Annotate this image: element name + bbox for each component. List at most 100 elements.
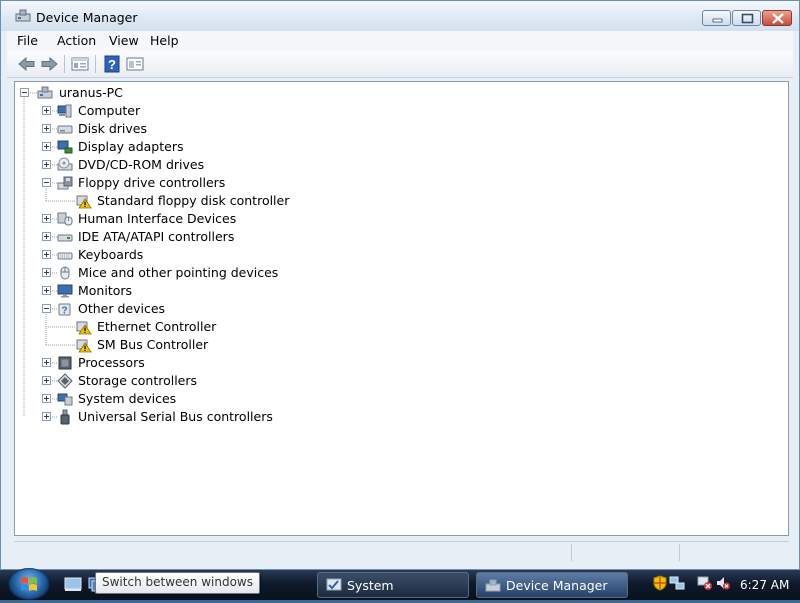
tree-item-label: System devices: [78, 391, 177, 406]
tree-item-label: Disk drives: [78, 121, 147, 136]
toolbar: ?: [7, 51, 793, 78]
network-icon[interactable]: [669, 575, 685, 591]
tree-category[interactable]: Human Interface Devices: [15, 210, 775, 228]
warning-device-icon: [76, 339, 92, 353]
tree-item-label: Display adapters: [78, 139, 184, 154]
close-button[interactable]: [762, 10, 792, 26]
hid-icon: [57, 212, 73, 226]
device-tree[interactable]: uranus-PC Computer Disk drives Display adap…: [14, 81, 789, 536]
tree-item-label: Universal Serial Bus controllers: [78, 409, 273, 424]
view-icon[interactable]: [125, 54, 145, 74]
tree-item-label: Human Interface Devices: [78, 211, 237, 226]
menu-bar: File Action View Help: [7, 31, 793, 52]
tree-item-label: Mice and other pointing devices: [78, 265, 279, 280]
menu-help[interactable]: Help: [148, 33, 181, 48]
tree-category[interactable]: Disk drives: [15, 120, 775, 138]
tree-item-label: uranus-PC: [59, 85, 123, 100]
device-manager-window: Device Manager File Action View Help ? u…: [0, 0, 800, 570]
warning-device-icon: [76, 195, 92, 209]
tree-root-node[interactable]: uranus-PC: [15, 84, 775, 102]
svg-text:?: ?: [61, 306, 67, 317]
tree-item-label: IDE ATA/ATAPI controllers: [78, 229, 235, 244]
tree-item-label: SM Bus Controller: [97, 337, 209, 352]
minimize-button[interactable]: [702, 10, 731, 26]
root-computer-icon: [37, 86, 53, 99]
tree-category[interactable]: Computer: [15, 102, 775, 120]
menu-view[interactable]: View: [107, 33, 141, 48]
back-icon[interactable]: [17, 54, 37, 74]
minimize-icon: [712, 18, 723, 23]
taskbar-button-system[interactable]: System: [317, 572, 469, 598]
tree-category[interactable]: Floppy drive controllers: [15, 174, 775, 192]
close-icon: [772, 13, 784, 24]
tree-device[interactable]: SM Bus Controller: [15, 336, 775, 354]
tree-category[interactable]: Display adapters: [15, 138, 775, 156]
ide-controller-icon: [57, 234, 73, 242]
display-adapter-icon: [57, 140, 73, 154]
tree-category[interactable]: System devices: [15, 390, 775, 408]
status-bar: [14, 541, 789, 564]
status-divider: [571, 544, 572, 561]
tree-device[interactable]: Ethernet Controller: [15, 318, 775, 336]
tree-item-label: Storage controllers: [78, 373, 198, 388]
device-manager-icon: [15, 9, 31, 22]
tree-category[interactable]: Keyboards: [15, 246, 775, 264]
tree-device[interactable]: Standard floppy disk controller: [15, 192, 775, 210]
tree-category[interactable]: Mice and other pointing devices: [15, 264, 775, 282]
tree-category[interactable]: Storage controllers: [15, 372, 775, 390]
tree-item-label: Ethernet Controller: [97, 319, 217, 334]
taskbar-label: Device Manager: [506, 578, 608, 593]
window-title: Device Manager: [36, 10, 138, 25]
taskbar-button-device-manager[interactable]: Device Manager: [476, 572, 628, 598]
floppy-controller-icon: [57, 176, 73, 190]
tree-category[interactable]: ? Other devices: [15, 300, 775, 318]
tree-item-label: Processors: [78, 355, 145, 370]
start-button[interactable]: [8, 568, 50, 600]
help-icon[interactable]: ?: [102, 54, 122, 74]
tree-category[interactable]: Universal Serial Bus controllers: [15, 408, 775, 426]
maximize-button[interactable]: [732, 10, 761, 26]
dvd-drive-icon: [57, 157, 73, 171]
tree-category[interactable]: IDE ATA/ATAPI controllers: [15, 228, 775, 246]
svg-text:?: ?: [108, 57, 116, 72]
unknown-device-icon: ?: [58, 303, 71, 317]
tree-item-label: DVD/CD-ROM drives: [78, 157, 205, 172]
device-manager-icon: [485, 579, 501, 592]
taskbar-label: System: [347, 578, 394, 593]
maximize-icon: [741, 13, 754, 24]
toolbar-separator: [95, 55, 96, 73]
disk-drive-icon: [57, 125, 73, 134]
system-icon: [326, 578, 342, 591]
system-devices-icon: [57, 393, 73, 406]
show-desktop-icon[interactable]: [64, 576, 82, 592]
switch-windows-tooltip: Switch between windows: [95, 572, 260, 594]
network-disconnected-icon[interactable]: [697, 575, 713, 591]
toolbar-separator: [64, 55, 65, 73]
tree-item-label: Keyboards: [78, 247, 144, 262]
tree-category[interactable]: DVD/CD-ROM drives: [15, 156, 775, 174]
computer-icon: [57, 104, 72, 118]
tree-item-label: Other devices: [78, 301, 166, 316]
tree-item-label: Computer: [78, 103, 141, 118]
menu-action[interactable]: Action: [55, 33, 98, 48]
menu-file[interactable]: File: [15, 33, 40, 48]
usb-icon: [60, 409, 70, 425]
keyboard-icon: [57, 252, 73, 260]
tree-item-label: Monitors: [78, 283, 133, 298]
tree-item-label: Floppy drive controllers: [78, 175, 226, 190]
tree-item-label: Standard floppy disk controller: [97, 193, 290, 208]
status-divider: [679, 544, 680, 561]
forward-icon[interactable]: [39, 54, 59, 74]
warning-device-icon: [76, 321, 92, 335]
title-bar[interactable]: Device Manager: [1, 1, 799, 31]
monitor-icon: [57, 284, 73, 298]
storage-controller-icon: [57, 373, 73, 389]
mouse-icon: [60, 266, 70, 280]
volume-muted-icon[interactable]: [715, 575, 731, 591]
properties-icon[interactable]: [70, 54, 90, 74]
taskbar-clock[interactable]: 6:27 AM: [740, 578, 789, 592]
security-shield-icon[interactable]: [652, 575, 668, 591]
tree-category[interactable]: Monitors: [15, 282, 775, 300]
tree-category[interactable]: Processors: [15, 354, 775, 372]
processor-icon: [58, 356, 72, 370]
